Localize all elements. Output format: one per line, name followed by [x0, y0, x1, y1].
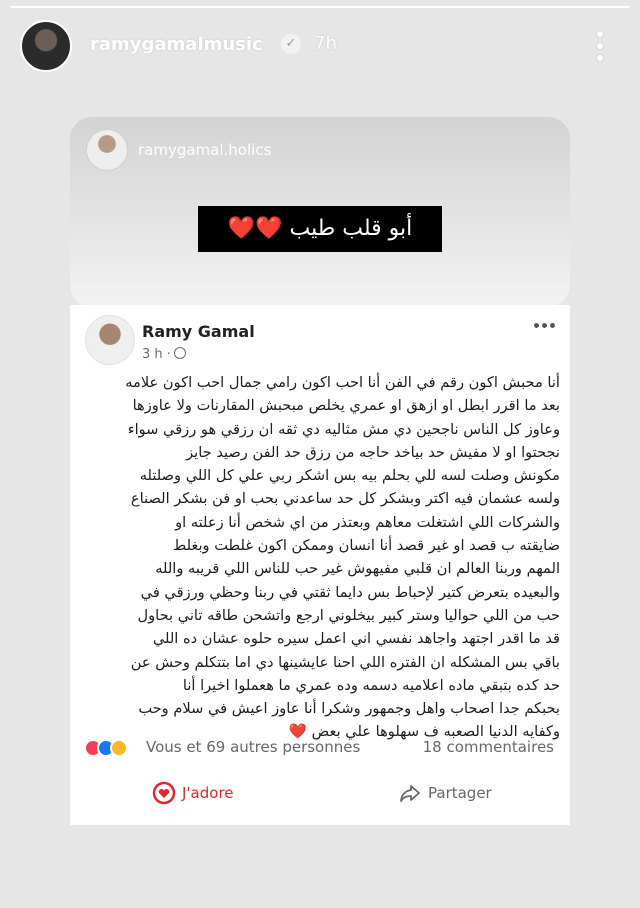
post-text: أنا محبش اكون رقم في الفن أنا احب اكون ر… [80, 371, 560, 744]
reaction-icons [84, 738, 142, 758]
reactions-bar[interactable]: Vous et 69 autres personnes 18 commentai… [84, 737, 554, 759]
post-actions: J'adore Partager [70, 775, 570, 811]
shared-story-card[interactable]: ramygamal.holics أبو قلب طيب ❤️❤️ [70, 117, 570, 307]
globe-icon [173, 347, 186, 359]
post-line: والبعيده بتعرض كتير لإحباط بس دايما ثقتي… [140, 583, 560, 601]
story-avatar[interactable] [20, 20, 72, 72]
post-more-icon[interactable] [532, 321, 556, 331]
post-meta: 3 h · [142, 347, 186, 362]
post-line: وعاوز كل الناس ناجحين دي مش مثاليه دي ثق… [127, 420, 560, 438]
post-line: باقي بس المشكله ان الفتره اللي احنا عايش… [130, 653, 560, 671]
story-progress-fill [10, 6, 630, 8]
post-line: ولسه عشمان فيه اكتر وبشكر كل حد ساعدني ب… [130, 490, 560, 508]
story-username[interactable]: ramygamalmusic [90, 34, 263, 55]
card-username: ramygamal.holics [138, 141, 272, 159]
share-icon [400, 785, 420, 802]
post-line: حب من اللي حواليا وستر كبير بيخلوني ارجع… [137, 606, 560, 624]
post-line: مكونش وصلت لسه للي بحلم بيه بس اشكر ربي … [139, 467, 560, 485]
comment-count[interactable]: 18 commentaires [423, 738, 554, 756]
post-line: ضايقته ب قصد او غير قصد أنا انسان وممكن … [172, 537, 560, 555]
post-line: بعد ما اقرر ابطل او ازهق او عمري يخلص مب… [132, 397, 560, 415]
story-timestamp: 7h [314, 33, 337, 54]
post-line: والشركات اللي اشتغلت معاهم وبعتذر من اي … [175, 513, 560, 531]
post-author-avatar [85, 315, 135, 365]
post-author-name: Ramy Gamal [142, 322, 255, 341]
post-line: المهم وربنا العالم ان قلبي مفيهوش غير حب… [155, 560, 560, 578]
post-line: نجحتوا او لا مفيش حد بياخد حاجه من رزق ح… [186, 443, 560, 461]
card-avatar [86, 129, 128, 171]
love-label: J'adore [182, 784, 234, 802]
verified-badge-icon: ✓ [281, 34, 301, 54]
story-header: ramygamalmusic ✓ 7h [0, 14, 640, 76]
more-options-icon[interactable] [586, 28, 614, 64]
quote-text: أبو قلب طيب ❤️❤️ [198, 206, 442, 252]
post-time: 3 h · [142, 347, 171, 362]
love-icon [152, 781, 176, 805]
post-line: أنا محبش اكون رقم في الفن أنا احب اكون ر… [125, 374, 560, 391]
post-line: حد كده بتبقي ماده اعلاميه دسمه وده عمري … [182, 676, 560, 694]
facebook-post: Ramy Gamal 3 h · أنا محبش اكون رقم في ال… [70, 305, 570, 825]
care-reaction-icon [110, 739, 128, 757]
post-line: قد ما اقدر اجتهد واجاهد نفسي اني اعمل سي… [152, 630, 560, 648]
post-line: بحبكم جدا اصحاب واهل وجمهور وشكرا أنا عا… [138, 700, 560, 718]
story-progress-bar [10, 6, 630, 8]
share-label: Partager [428, 784, 492, 802]
reaction-count[interactable]: Vous et 69 autres personnes [146, 738, 360, 756]
